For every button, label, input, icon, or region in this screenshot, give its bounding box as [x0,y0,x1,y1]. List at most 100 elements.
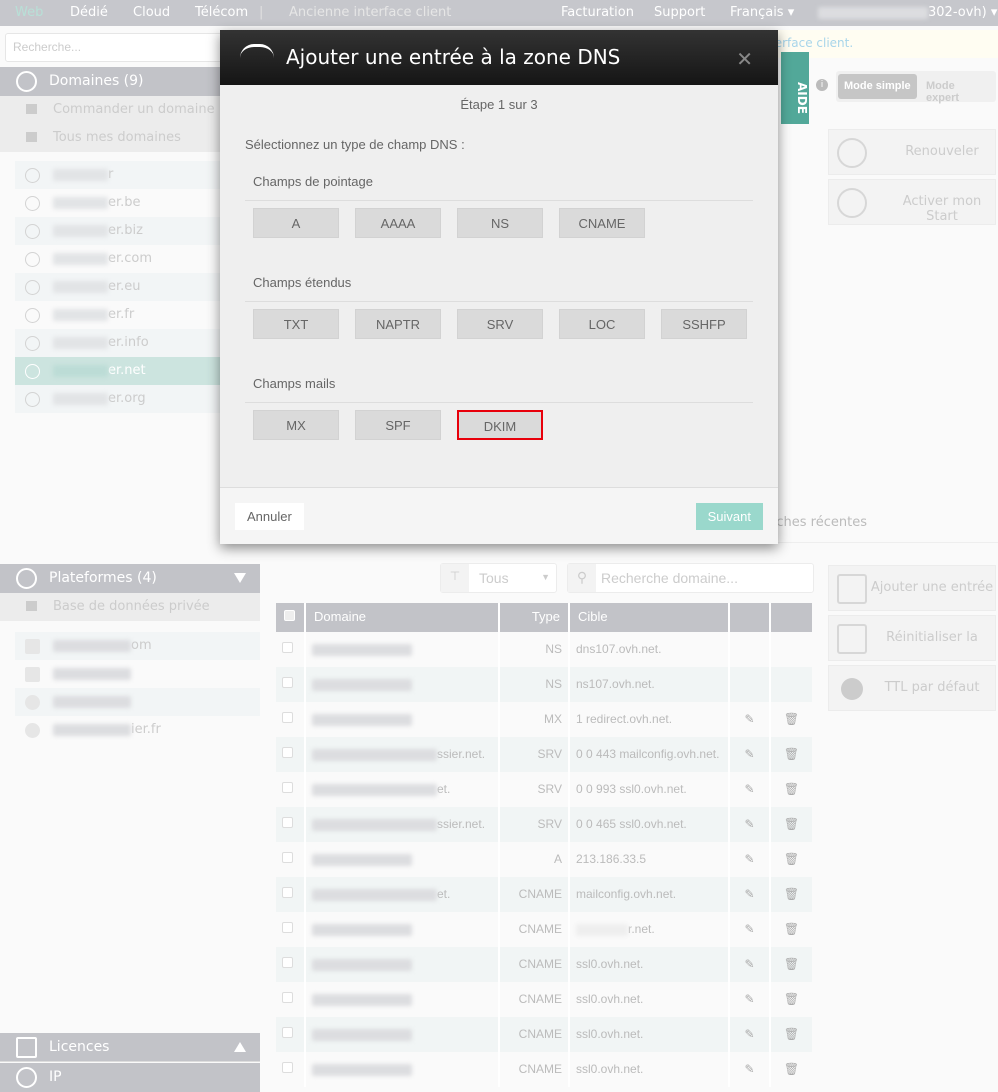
edit-button[interactable]: ✎ [730,1052,771,1087]
nav-web[interactable]: Web [15,5,43,20]
edit-button[interactable]: ✎ [730,737,771,772]
step-indicator: Étape 1 sur 3 [460,97,538,112]
pencil-icon: ✎ [744,922,755,936]
nav-dedie[interactable]: Dédié [70,5,108,20]
row-checkbox[interactable] [276,702,306,737]
dns-type-a-button[interactable]: A [253,208,339,238]
mode-expert-button[interactable]: Mode expert [920,74,996,104]
sidebar-section-platforms[interactable]: Plateformes (4) [0,564,260,593]
row-checkbox[interactable] [276,947,306,982]
edit-button[interactable]: ✎ [730,1017,771,1052]
sidebar-section-ip[interactable]: IP [0,1063,260,1092]
record-type: SRV [500,772,570,807]
private-db-link[interactable]: Base de données privée [0,593,260,621]
edit-button[interactable]: ✎ [730,807,771,842]
pencil-icon: ✎ [744,747,755,761]
dns-type-naptr-button[interactable]: NAPTR [355,309,441,339]
row-checkbox[interactable] [276,1017,306,1052]
delete-button[interactable]: 🗑 [771,702,812,737]
type-filter-select[interactable]: ⊤ Tous ▼ [440,563,557,593]
nav-legacy[interactable]: Ancienne interface client [289,5,451,20]
sidebar-platform-item[interactable]: om [15,632,260,660]
edit-button[interactable]: ✎ [730,772,771,807]
nav-telecom[interactable]: Télécom [195,5,248,20]
dns-type-txt-button[interactable]: TXT [253,309,339,339]
sidebar-section-licences[interactable]: Licences [0,1033,260,1062]
add-entry-button[interactable]: Ajouter une entrée [828,565,996,611]
nav-billing[interactable]: Facturation [561,5,634,20]
record-target: 1 redirect.ovh.net. [570,702,730,737]
edit-button[interactable]: ✎ [730,982,771,1017]
help-tab[interactable]: AIDE [781,52,809,124]
edit-button[interactable]: ✎ [730,947,771,982]
row-checkbox[interactable] [276,1052,306,1087]
list-icon [26,132,37,142]
delete-button[interactable]: 🗑 [771,912,812,947]
cancel-button[interactable]: Annuler [235,503,304,530]
edit-button[interactable]: ✎ [730,842,771,877]
expand-triangle-icon [234,1042,246,1052]
edit-button[interactable]: ✎ [730,912,771,947]
default-ttl-button[interactable]: TTL par défaut [828,665,996,711]
trash-icon: 🗑 [783,922,800,936]
row-checkbox[interactable] [276,912,306,947]
dns-type-cname-button[interactable]: CNAME [559,208,645,238]
next-button[interactable]: Suivant [695,503,763,530]
edit-button[interactable]: ✎ [730,702,771,737]
col-target[interactable]: Cible [570,603,730,632]
divider [245,402,753,403]
info-icon[interactable]: i [816,79,828,91]
dns-type-spf-button[interactable]: SPF [355,410,441,440]
notice-link[interactable]: terface client. [770,36,853,50]
account-menu[interactable]: 302-ovh) ▾ [818,5,997,20]
col-domain[interactable]: Domaine [306,603,500,632]
sidebar-platform-item[interactable] [15,688,260,716]
row-checkbox[interactable] [276,982,306,1017]
domain-search-input[interactable]: ⚲ Recherche domaine... [567,563,814,593]
nav-cloud[interactable]: Cloud [133,5,170,20]
delete-button[interactable]: 🗑 [771,842,812,877]
activate-start-button[interactable]: Activer mon Start [828,179,996,225]
domain-name: er.biz [108,223,143,238]
record-type: CNAME [500,947,570,982]
edit-button[interactable]: ✎ [730,877,771,912]
dns-type-sshfp-button[interactable]: SSHFP [661,309,747,339]
delete-button[interactable]: 🗑 [771,737,812,772]
sidebar-search-input[interactable]: Recherche... [5,33,255,62]
row-checkbox[interactable] [276,807,306,842]
delete-button[interactable]: 🗑 [771,1017,812,1052]
record-domain: et. [306,877,500,912]
language-dropdown[interactable]: Français ▾ [730,5,794,20]
delete-button[interactable]: 🗑 [771,947,812,982]
select-all-checkbox[interactable] [276,603,306,632]
row-checkbox[interactable] [276,667,306,702]
dns-type-dkim-button[interactable]: DKIM [457,410,543,440]
table-row: et. CNAME mailconfig.ovh.net. ✎ 🗑 [276,877,812,912]
delete-button[interactable]: 🗑 [771,877,812,912]
row-checkbox[interactable] [276,737,306,772]
renew-button[interactable]: Renouveler [828,129,996,175]
delete-button[interactable]: 🗑 [771,1052,812,1087]
row-checkbox[interactable] [276,632,306,667]
delete-button[interactable]: 🗑 [771,982,812,1017]
delete-button[interactable]: 🗑 [771,807,812,842]
dns-type-srv-button[interactable]: SRV [457,309,543,339]
nav-support[interactable]: Support [654,5,705,20]
dns-type-loc-button[interactable]: LOC [559,309,645,339]
dns-type-mx-button[interactable]: MX [253,410,339,440]
dns-type-aaaa-button[interactable]: AAAA [355,208,441,238]
reset-zone-button[interactable]: Réinitialiser la [828,615,996,661]
mode-simple-button[interactable]: Mode simple [838,74,917,99]
col-type[interactable]: Type [500,603,570,632]
close-icon[interactable]: ✕ [736,47,753,71]
row-checkbox[interactable] [276,877,306,912]
record-type: NS [500,667,570,702]
dns-type-ns-button[interactable]: NS [457,208,543,238]
sidebar-platform-item[interactable]: ier.fr [15,716,260,744]
delete-button[interactable]: 🗑 [771,772,812,807]
stopwatch-icon [841,678,863,700]
sidebar-platform-item[interactable] [15,660,260,688]
trash-icon: 🗑 [783,782,800,796]
row-checkbox[interactable] [276,842,306,877]
row-checkbox[interactable] [276,772,306,807]
